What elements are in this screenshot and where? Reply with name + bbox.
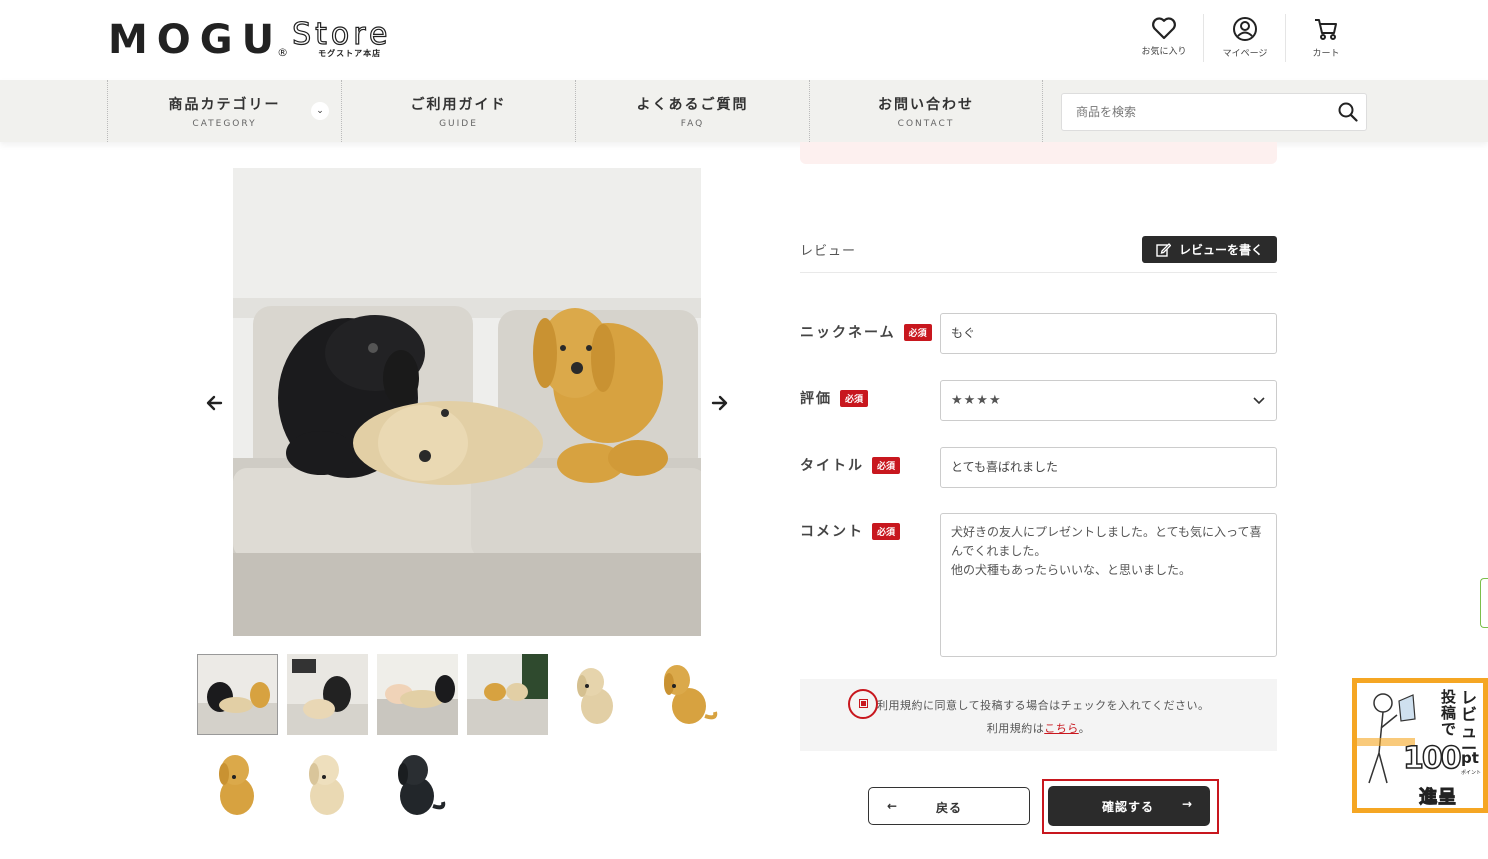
- field-label-text: タイトル: [800, 458, 864, 474]
- thumbnail-5[interactable]: [557, 654, 638, 735]
- user-icon: [1233, 17, 1257, 41]
- header-divider: [1203, 14, 1204, 62]
- comment-label: コメント 必須: [800, 521, 901, 541]
- rating-select[interactable]: ★★★★: [940, 380, 1277, 421]
- field-label-text: コメント: [800, 524, 864, 540]
- thumbnail-8[interactable]: [287, 744, 368, 825]
- cart-link[interactable]: カート: [1296, 16, 1356, 59]
- thumbnail-7[interactable]: [197, 744, 278, 825]
- nickname-label: ニックネーム 必須: [800, 322, 932, 342]
- terms-suffix: 。: [1078, 722, 1091, 735]
- title-label: タイトル 必須: [800, 455, 901, 475]
- write-review-button[interactable]: レビューを書く: [1142, 236, 1277, 263]
- terms-link[interactable]: こちら: [1044, 722, 1079, 735]
- nav-item-guide[interactable]: ご利用ガイド GUIDE: [341, 80, 575, 142]
- write-review-label: レビューを書く: [1178, 243, 1263, 257]
- nav-item-sublabel: CATEGORY: [192, 119, 257, 129]
- heart-icon: [1152, 17, 1176, 40]
- logo-store-block: Store モグストア本店: [292, 17, 392, 59]
- thumbnail-4[interactable]: [467, 654, 548, 735]
- search-input[interactable]: [1062, 94, 1322, 130]
- back-button[interactable]: ← 戻る: [868, 787, 1030, 825]
- logo-registered-mark: ®: [277, 46, 289, 59]
- terms-prefix: 利用規約は: [986, 722, 1045, 735]
- thumbnail-9[interactable]: [377, 744, 458, 825]
- product-main-image: [233, 168, 701, 636]
- search-icon[interactable]: [1338, 102, 1358, 122]
- divider: [800, 272, 1277, 273]
- terms-agree-text: 利用規約に同意して投稿する場合はチェックを入れてください。: [877, 699, 1210, 712]
- terms-checkbox[interactable]: [859, 699, 868, 708]
- title-field[interactable]: とても喜ばれました: [940, 447, 1277, 488]
- rating-label: 評価 必須: [800, 388, 869, 408]
- banner-unit: pt: [1461, 749, 1479, 767]
- nav-item-label: 商品カテゴリー: [168, 97, 281, 113]
- arrow-right-icon: →: [1181, 797, 1192, 811]
- field-label-text: ニックネーム: [800, 325, 896, 341]
- required-badge: 必須: [872, 522, 901, 540]
- terms-agreement-box: 利用規約に同意して投稿する場合はチェックを入れてください。 利用規約はこちら。: [800, 679, 1277, 751]
- nav-item-contact[interactable]: お問い合わせ CONTACT: [809, 80, 1043, 142]
- nav-item-label: よくあるご質問: [636, 97, 749, 113]
- thumbnail-3[interactable]: [377, 654, 458, 735]
- next-image-arrow[interactable]: [709, 393, 729, 413]
- chevron-down-icon: [1253, 397, 1265, 405]
- edit-icon: [1156, 243, 1171, 257]
- field-label-text: 評価: [800, 391, 832, 407]
- global-nav: 商品カテゴリー CATEGORY ⌄ ご利用ガイド GUIDE よくあるご質問 …: [0, 80, 1488, 142]
- logo-store-text: Store: [292, 17, 392, 52]
- cart-label: カート: [1312, 49, 1340, 59]
- required-badge: 必須: [903, 323, 932, 341]
- header-divider: [1285, 14, 1286, 62]
- banner-inner: レビュー 投稿で 100 pt ポイント 進呈: [1357, 683, 1483, 809]
- cart-icon: [1315, 19, 1337, 40]
- favorites-link[interactable]: お気に入り: [1134, 16, 1194, 57]
- required-badge: 必須: [840, 389, 869, 407]
- favorites-label: お気に入り: [1141, 47, 1187, 57]
- nickname-field[interactable]: もぐ: [940, 313, 1277, 354]
- review-section-title: レビュー: [800, 244, 857, 259]
- nav-item-faq[interactable]: よくあるご質問 FAQ: [575, 80, 809, 142]
- thumbnail-2[interactable]: [287, 654, 368, 735]
- nav-item-label: ご利用ガイド: [410, 97, 507, 113]
- prev-image-arrow[interactable]: [205, 393, 225, 413]
- nav-item-sublabel: FAQ: [680, 119, 705, 129]
- thumbnail-6[interactable]: [647, 654, 728, 735]
- comment-textarea[interactable]: 犬好きの友人にプレゼントしました。とても気に入って喜んでくれました。 他の犬種も…: [940, 513, 1277, 657]
- banner-line1: レビュー: [1461, 688, 1478, 758]
- site-header: MOGU ® Store モグストア本店 お気に入り マイページ カート: [0, 0, 1488, 80]
- mypage-label: マイページ: [1222, 49, 1268, 59]
- nav-item-sublabel: CONTACT: [897, 119, 955, 129]
- banner-line3: 進呈: [1419, 787, 1457, 809]
- checkbox-checked-mark: [861, 701, 866, 706]
- notice-bar-edge: [800, 142, 1277, 164]
- confirm-button[interactable]: 確認する →: [1048, 786, 1210, 826]
- rating-value: ★★★★: [951, 393, 1002, 408]
- side-floating-tab[interactable]: [1480, 578, 1488, 628]
- chevron-down-icon[interactable]: ⌄: [311, 102, 329, 120]
- thumbnail-1[interactable]: [197, 654, 278, 735]
- banner-amount: 100: [1402, 740, 1462, 777]
- required-badge: 必須: [872, 456, 901, 474]
- review-points-banner[interactable]: レビュー 投稿で 100 pt ポイント 進呈: [1352, 678, 1488, 813]
- logo-subtitle: モグストア本店: [318, 49, 382, 58]
- banner-unit-sub: ポイント: [1461, 770, 1482, 776]
- logo-text: MOGU: [108, 17, 284, 63]
- nav-item-sublabel: GUIDE: [439, 119, 478, 129]
- terms-link-line: 利用規約はこちら。: [800, 720, 1277, 736]
- mypage-link[interactable]: マイページ: [1215, 16, 1275, 59]
- nav-item-category[interactable]: 商品カテゴリー CATEGORY ⌄: [107, 80, 341, 142]
- back-button-label: 戻る: [935, 801, 962, 815]
- site-logo[interactable]: MOGU ® Store モグストア本店: [108, 17, 392, 63]
- search-box: [1061, 93, 1367, 131]
- banner-line2: 投稿で: [1441, 688, 1457, 738]
- nav-item-label: お問い合わせ: [878, 97, 974, 113]
